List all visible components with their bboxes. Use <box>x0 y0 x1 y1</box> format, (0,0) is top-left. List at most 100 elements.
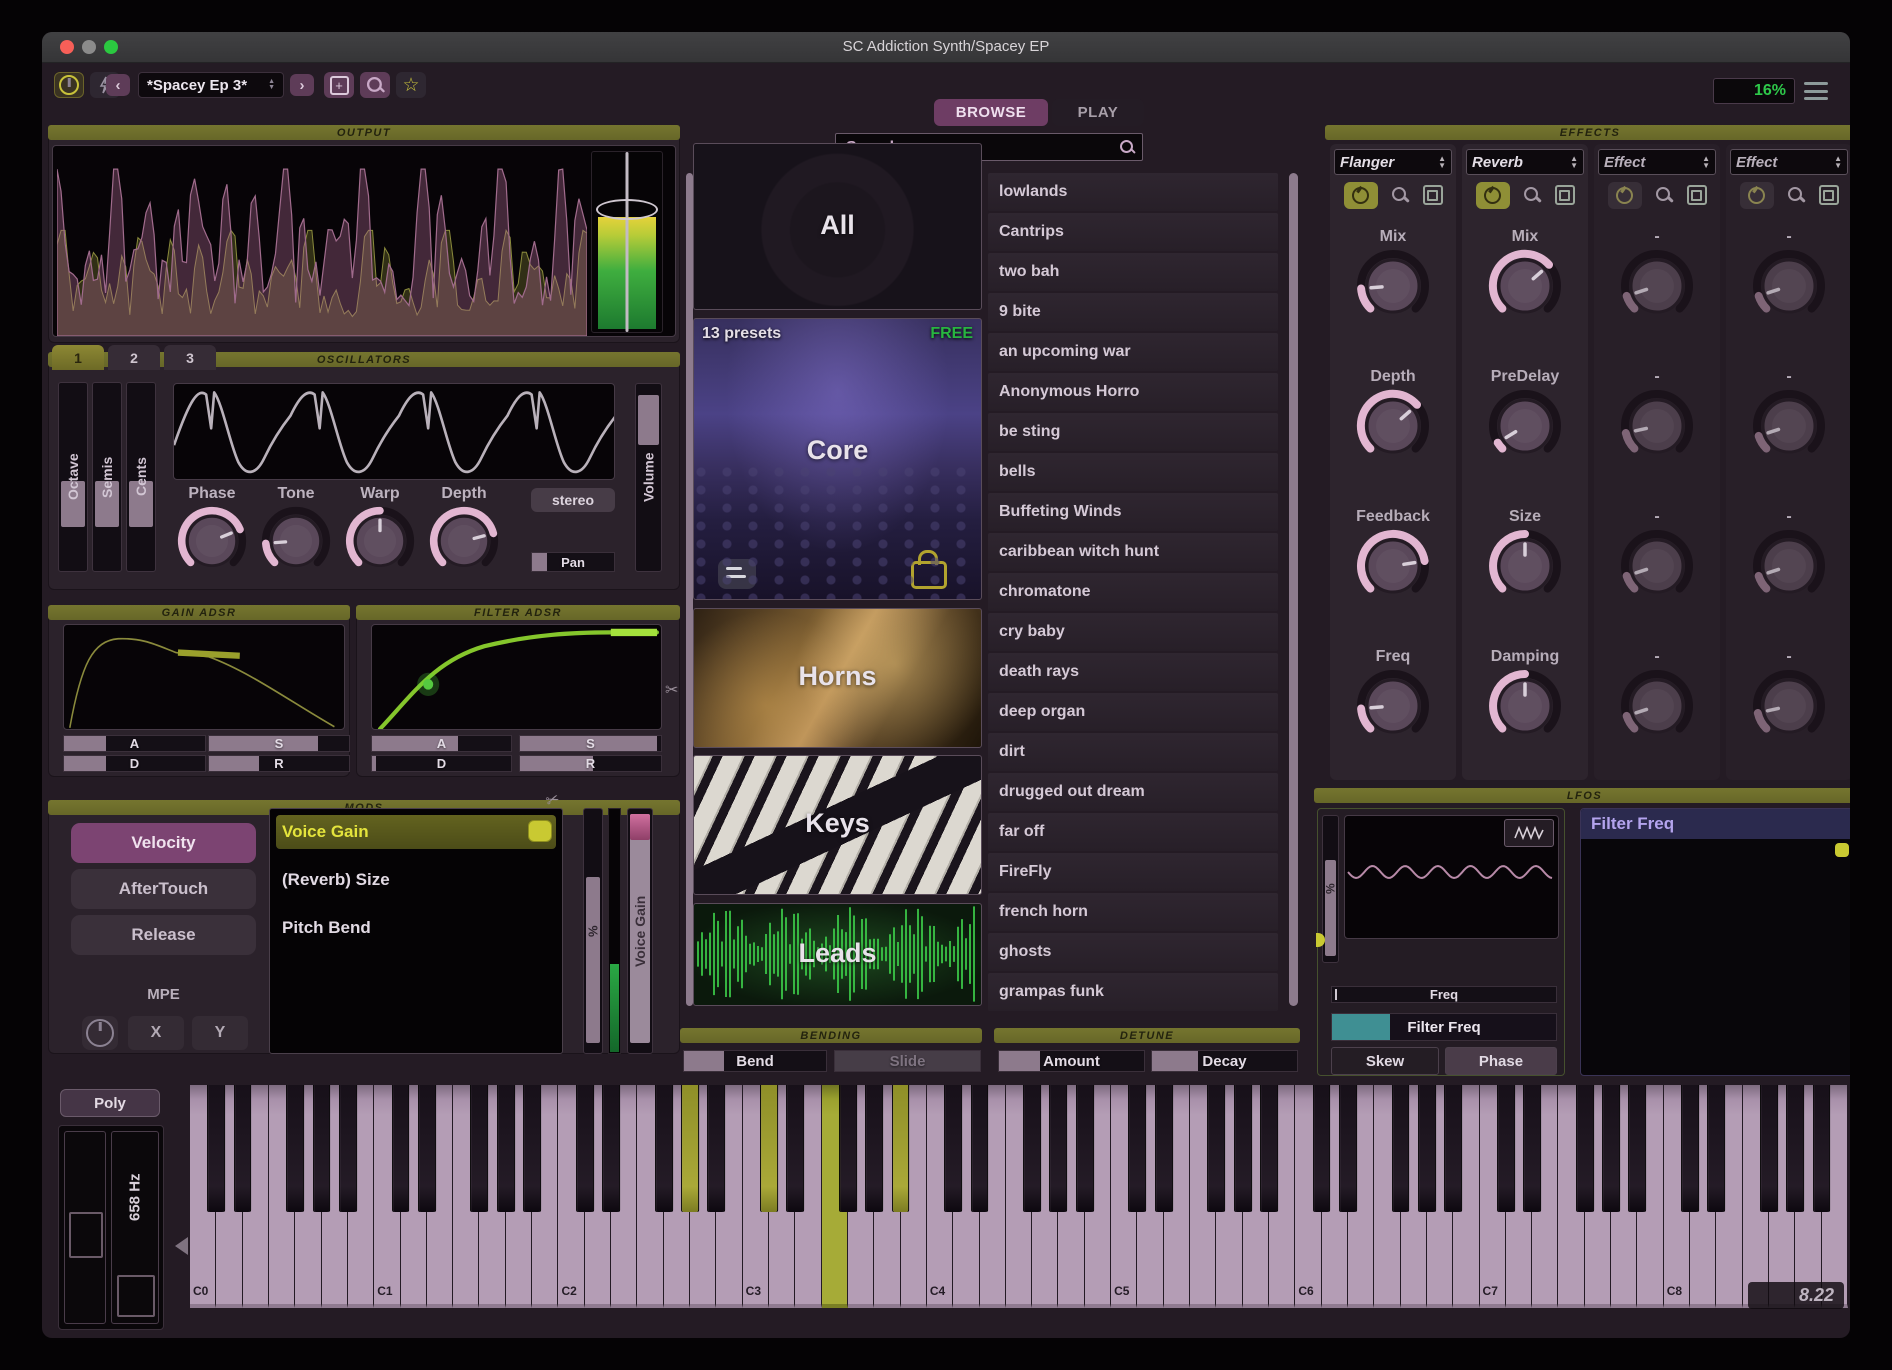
pan-slider[interactable]: Pan <box>531 552 615 572</box>
key-F#8[interactable] <box>1761 1085 1777 1212</box>
pitch-wheel[interactable] <box>64 1131 106 1324</box>
key-C#8[interactable] <box>1682 1085 1698 1212</box>
key-D#7[interactable] <box>1524 1085 1540 1212</box>
gain-release-slider[interactable]: R <box>208 755 350 772</box>
key-D#4[interactable] <box>972 1085 988 1212</box>
key-D#0[interactable] <box>235 1085 251 1212</box>
copy-icon[interactable] <box>1819 185 1839 205</box>
key-G#4[interactable] <box>1051 1085 1067 1212</box>
octave-slider[interactable]: Octave <box>58 382 88 572</box>
category-tile-all[interactable]: All <box>693 143 982 310</box>
key-G#1[interactable] <box>498 1085 514 1212</box>
category-tile-keys[interactable]: Keys <box>693 755 982 895</box>
key-F#1[interactable] <box>472 1085 488 1212</box>
tab-browse[interactable]: BROWSE <box>934 99 1048 126</box>
osc-knob-phase[interactable]: Phase <box>170 485 254 577</box>
preset-item[interactable]: grampas funk <box>988 973 1278 1011</box>
key-G#5[interactable] <box>1235 1085 1251 1212</box>
osc-tab-2[interactable]: 2 <box>108 345 160 370</box>
osc-tab-1[interactable]: 1 <box>52 345 104 370</box>
gain-sustain-slider[interactable]: S <box>208 735 350 752</box>
param-knob[interactable] <box>1726 248 1850 324</box>
osc-knob-depth[interactable]: Depth <box>422 485 506 577</box>
preset-item[interactable]: drugged out dream <box>988 773 1278 811</box>
mod-amount-badge[interactable] <box>528 820 552 842</box>
key-F#3[interactable] <box>840 1085 856 1212</box>
key-G#8[interactable] <box>1787 1085 1803 1212</box>
key-F#5[interactable] <box>1208 1085 1224 1212</box>
key-F#6[interactable] <box>1393 1085 1409 1212</box>
key-C#6[interactable] <box>1314 1085 1330 1212</box>
key-F#7[interactable] <box>1577 1085 1593 1212</box>
key-C#3[interactable] <box>761 1085 777 1212</box>
osc-knob-tone[interactable]: Tone <box>254 485 338 577</box>
osc-waveform-display[interactable] <box>173 383 615 480</box>
effect-power-button[interactable] <box>1608 182 1642 209</box>
mod-percent-slider[interactable]: % <box>583 808 603 1054</box>
key-G#0[interactable] <box>314 1085 330 1212</box>
mpe-y-button[interactable]: Y <box>192 1016 248 1050</box>
category-tile-horns[interactable]: Horns <box>693 608 982 748</box>
preset-item[interactable]: two bah <box>988 253 1278 291</box>
param-knob[interactable] <box>1594 388 1720 464</box>
filter-decay-slider[interactable]: D <box>371 755 512 772</box>
preset-item[interactable]: an upcoming war <box>988 333 1278 371</box>
preset-item[interactable]: deep organ <box>988 693 1278 731</box>
slide-slider[interactable]: Slide <box>834 1050 981 1072</box>
detune-amount-slider[interactable]: Amount <box>998 1050 1145 1072</box>
menu-button[interactable] <box>1804 82 1828 100</box>
param-knob[interactable] <box>1726 388 1850 464</box>
save-preset-button[interactable]: + <box>324 72 354 98</box>
osc-knob-warp[interactable]: Warp <box>338 485 422 577</box>
preset-item[interactable]: bells <box>988 453 1278 491</box>
key-A#8[interactable] <box>1814 1085 1830 1212</box>
key-D#3[interactable] <box>787 1085 803 1212</box>
magnifier-icon[interactable] <box>1655 186 1673 204</box>
param-knob[interactable] <box>1462 528 1588 604</box>
filter-attack-slider[interactable]: A <box>371 735 512 752</box>
param-knob[interactable] <box>1594 248 1720 324</box>
effect-type-select[interactable]: Reverb▲▼ <box>1466 149 1584 175</box>
favorite-button[interactable]: ☆ <box>396 72 426 98</box>
key-F#4[interactable] <box>1024 1085 1040 1212</box>
mod-assignment-reverb-size[interactable]: (Reverb) Size <box>276 863 556 897</box>
key-A#5[interactable] <box>1261 1085 1277 1212</box>
mod-source-aftertouch[interactable]: AfterTouch <box>71 869 256 909</box>
param-knob[interactable] <box>1594 528 1720 604</box>
effect-power-button[interactable] <box>1740 182 1774 209</box>
key-D#2[interactable] <box>603 1085 619 1212</box>
stereo-button[interactable]: stereo <box>531 488 615 512</box>
param-knob[interactable] <box>1594 668 1720 744</box>
key-A#6[interactable] <box>1445 1085 1461 1212</box>
lfo-target-badge[interactable] <box>1835 843 1849 857</box>
param-knob[interactable] <box>1726 528 1850 604</box>
gain-envelope-display[interactable] <box>63 624 345 730</box>
prev-preset-button[interactable]: ‹ <box>106 74 130 96</box>
preset-item[interactable]: caribbean witch hunt <box>988 533 1278 571</box>
param-knob[interactable] <box>1462 388 1588 464</box>
mod-assignment-pitch-bend[interactable]: Pitch Bend <box>276 911 556 945</box>
key-A#1[interactable] <box>524 1085 540 1212</box>
detune-decay-slider[interactable]: Decay <box>1151 1050 1298 1072</box>
key-C#1[interactable] <box>393 1085 409 1212</box>
osc-volume-slider[interactable]: Volume <box>635 383 662 572</box>
key-A#3[interactable] <box>893 1085 909 1212</box>
lfo-shape-button[interactable] <box>1504 819 1554 847</box>
lfo-target-slider[interactable]: Filter Freq <box>1331 1013 1557 1041</box>
param-knob[interactable] <box>1330 528 1456 604</box>
key-C#7[interactable] <box>1498 1085 1514 1212</box>
key-G#3[interactable] <box>866 1085 882 1212</box>
key-C#2[interactable] <box>577 1085 593 1212</box>
filter-release-slider[interactable]: R <box>519 755 662 772</box>
key-D#6[interactable] <box>1340 1085 1356 1212</box>
keyboard-scroll-left-icon[interactable] <box>175 1237 188 1255</box>
categories-scrollbar[interactable] <box>686 173 693 1006</box>
magnifier-icon[interactable] <box>1523 186 1541 204</box>
mpe-knob-button[interactable] <box>82 1016 118 1050</box>
lfo-waveform-display[interactable] <box>1344 815 1559 939</box>
master-volume-handle[interactable] <box>596 199 658 220</box>
key-G#6[interactable] <box>1419 1085 1435 1212</box>
key-F#2[interactable] <box>656 1085 672 1212</box>
key-G#7[interactable] <box>1603 1085 1619 1212</box>
effect-power-button[interactable] <box>1476 182 1510 209</box>
